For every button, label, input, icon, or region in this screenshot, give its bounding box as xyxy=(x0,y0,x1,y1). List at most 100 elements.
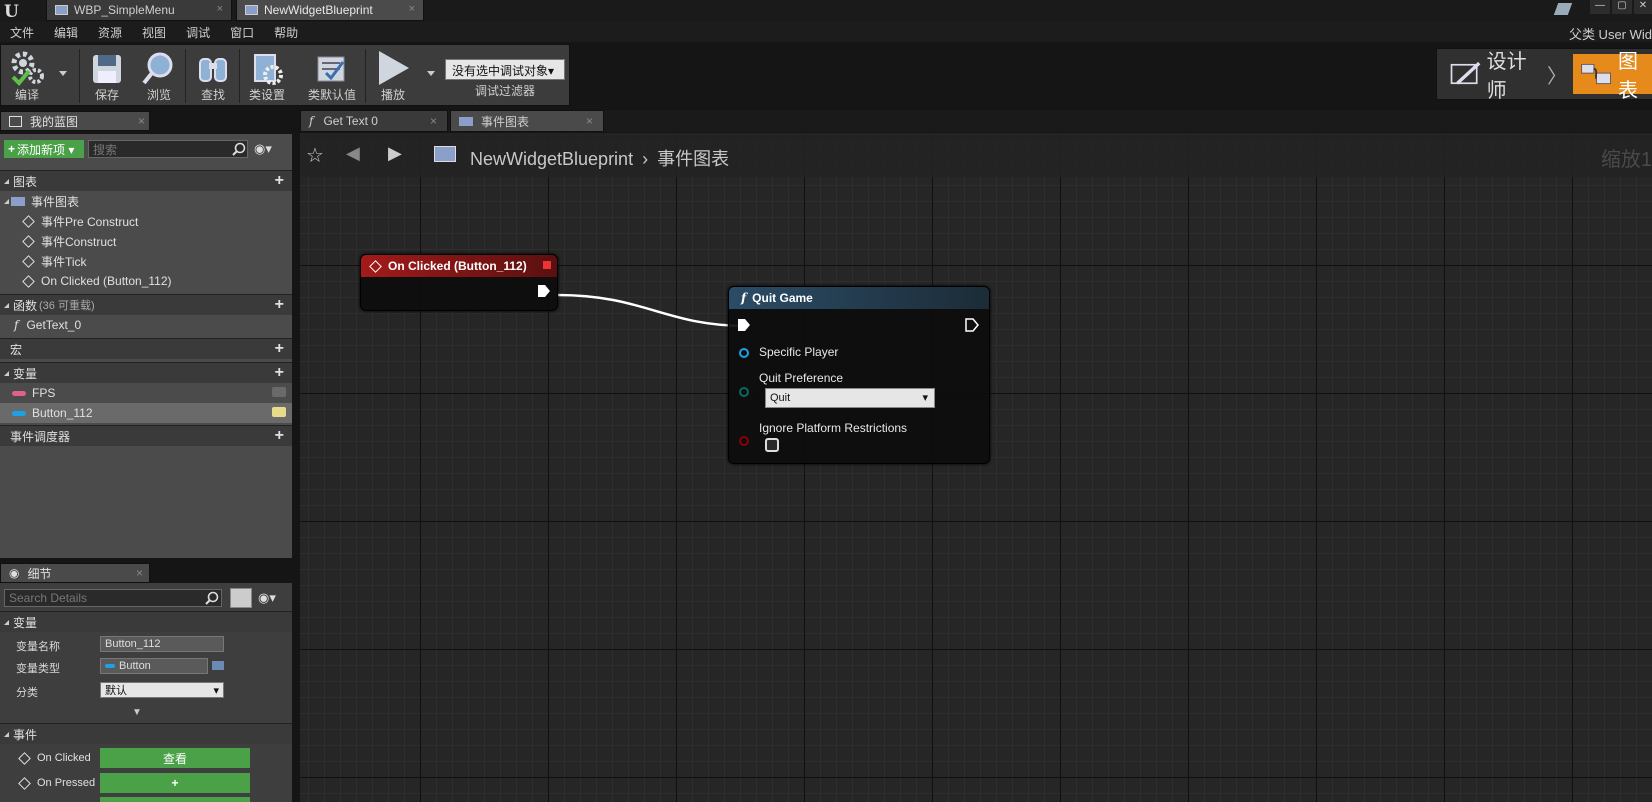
bookmark-star-icon[interactable]: ☆ xyxy=(306,143,324,168)
search-icon[interactable] xyxy=(205,591,219,605)
play-button[interactable]: 播放 xyxy=(369,47,417,105)
add-event-button[interactable]: + xyxy=(100,773,250,793)
event-item-construct[interactable]: 事件Construct xyxy=(0,231,292,251)
exec-in-pin-icon[interactable] xyxy=(737,318,751,332)
view-options-eye-icon[interactable]: ◉▾ xyxy=(254,141,272,157)
add-macro-plus-icon[interactable]: + xyxy=(275,341,284,357)
graph-tab-event-graph[interactable]: 事件图表 × xyxy=(450,110,604,132)
save-button[interactable]: 保存 xyxy=(83,47,131,105)
quit-preference-dropdown[interactable]: Quit ▾ xyxy=(765,388,935,408)
menu-asset[interactable]: 资源 xyxy=(88,24,132,41)
menu-debug[interactable]: 调试 xyxy=(176,24,220,41)
event-graph-item[interactable]: 事件图表 xyxy=(0,191,292,211)
hidden-eye-icon[interactable] xyxy=(272,387,286,397)
search-icon[interactable] xyxy=(232,142,246,156)
add-event-button[interactable] xyxy=(100,797,250,802)
source-control-icon[interactable] xyxy=(1553,3,1573,15)
close-icon[interactable]: × xyxy=(430,114,437,128)
var-type-label: 变量类型 xyxy=(16,663,60,675)
bool-pin-icon[interactable] xyxy=(739,436,749,446)
compile-options-chevron-down-icon[interactable] xyxy=(59,71,67,76)
graph-tab-get-text[interactable]: f Get Text 0 × xyxy=(300,110,448,132)
class-defaults-button[interactable]: 类默认值 xyxy=(301,47,363,105)
details-tab[interactable]: ◉ 细节 × xyxy=(0,563,150,583)
close-icon[interactable]: × xyxy=(138,114,145,128)
add-function-plus-icon[interactable]: + xyxy=(275,297,284,313)
visible-eye-icon[interactable] xyxy=(272,407,286,417)
close-icon[interactable]: × xyxy=(586,114,593,128)
function-item[interactable]: f GetText_0 xyxy=(0,315,292,335)
exec-out-pin-icon[interactable] xyxy=(537,284,551,298)
maximize-button[interactable]: ▢ xyxy=(1612,0,1632,14)
event-item-tick[interactable]: 事件Tick xyxy=(0,251,292,271)
close-icon[interactable]: × xyxy=(409,3,415,15)
blueprint-search-input[interactable]: 搜索 xyxy=(88,140,248,158)
graph-canvas[interactable] xyxy=(300,133,1652,802)
find-button[interactable]: 查找 xyxy=(189,47,237,105)
quit-game-function-node[interactable]: f Quit Game Specific Player Quit Prefere… xyxy=(728,286,990,464)
function-icon: f xyxy=(741,291,747,305)
details-search-input[interactable]: Search Details xyxy=(4,589,222,607)
compile-button[interactable]: 编译 xyxy=(3,47,51,105)
designer-icon xyxy=(1450,61,1481,85)
exec-out-pin-icon[interactable] xyxy=(965,318,979,332)
doc-tab-wbp-simplemenu[interactable]: WBP_SimpleMenu × xyxy=(46,0,232,21)
menu-window[interactable]: 窗口 xyxy=(220,24,264,41)
minimize-button[interactable]: — xyxy=(1590,0,1610,14)
delegate-pin-icon[interactable] xyxy=(543,261,551,269)
event-item-onclicked[interactable]: On Clicked (Button_112) xyxy=(0,271,292,291)
object-pin-icon[interactable] xyxy=(739,348,749,358)
play-options-chevron-down-icon[interactable] xyxy=(427,71,435,76)
ignore-platform-checkbox[interactable] xyxy=(765,438,779,452)
close-icon[interactable]: × xyxy=(136,566,143,580)
class-settings-button[interactable]: 类设置 xyxy=(243,47,291,105)
designer-mode-button[interactable]: 设计师 〉 xyxy=(1449,51,1567,102)
add-variable-plus-icon[interactable]: + xyxy=(275,365,284,381)
breadcrumb-blueprint[interactable]: NewWidgetBlueprint xyxy=(470,149,633,169)
graphs-category[interactable]: 图表 + xyxy=(0,170,292,191)
variable-item-button112[interactable]: Button_112 xyxy=(0,403,292,423)
close-window-button[interactable]: ✕ xyxy=(1634,0,1652,14)
menu-help[interactable]: 帮助 xyxy=(264,24,308,41)
event-item-preconstruct[interactable]: 事件Pre Construct xyxy=(0,211,292,231)
menu-file[interactable]: 文件 xyxy=(0,24,44,41)
functions-category[interactable]: 函数 (36 可重载) + xyxy=(0,294,292,315)
var-type-dropdown[interactable]: Button xyxy=(100,658,208,674)
forward-arrow-icon[interactable]: ▶ xyxy=(388,143,402,164)
macros-category[interactable]: 宏 + xyxy=(0,338,292,359)
on-clicked-event-node[interactable]: On Clicked (Button_112) xyxy=(360,254,558,311)
my-blueprint-tab[interactable]: 我的蓝图 × xyxy=(0,111,150,131)
container-type-icon[interactable] xyxy=(212,661,224,670)
view-options-eye-icon[interactable]: ◉▾ xyxy=(258,590,276,606)
details-events-section[interactable]: 事件 xyxy=(0,723,292,744)
var-name-label: 变量名称 xyxy=(16,641,60,653)
widget-blueprint-icon xyxy=(245,5,258,15)
debug-object-dropdown[interactable]: 没有选中调试对象▾ xyxy=(445,59,565,80)
event-diamond-icon xyxy=(18,751,31,765)
add-new-button[interactable]: + 添加新项 ▾ xyxy=(4,140,84,158)
variables-category[interactable]: 变量 + xyxy=(0,362,292,383)
details-variable-section[interactable]: 变量 xyxy=(0,611,292,632)
breadcrumb-graph[interactable]: 事件图表 xyxy=(657,149,729,169)
close-icon[interactable]: × xyxy=(217,3,223,15)
class-settings-label: 类设置 xyxy=(248,88,285,102)
add-dispatcher-plus-icon[interactable]: + xyxy=(275,428,284,444)
browse-button[interactable]: 浏览 xyxy=(135,47,183,105)
variable-item-fps[interactable]: FPS xyxy=(0,383,292,403)
exec-wire[interactable] xyxy=(555,285,755,345)
enum-pin-icon[interactable] xyxy=(739,387,749,397)
doc-tab-newwidgetblueprint[interactable]: NewWidgetBlueprint × xyxy=(236,0,424,21)
advanced-expand-chevron-icon[interactable]: ▼ xyxy=(132,707,142,718)
graph-mode-button[interactable]: 图表 xyxy=(1573,51,1652,102)
var-name-field[interactable]: Button_112 xyxy=(100,636,224,652)
view-event-button[interactable]: 查看 xyxy=(100,748,250,768)
unreal-logo-icon[interactable]: U xyxy=(4,2,22,22)
menu-view[interactable]: 视图 xyxy=(132,24,176,41)
category-dropdown[interactable]: 默认 ▾ xyxy=(100,682,224,698)
grid-view-icon[interactable] xyxy=(230,588,252,608)
back-arrow-icon[interactable]: ◀ xyxy=(346,143,360,164)
add-graph-plus-icon[interactable]: + xyxy=(275,173,284,189)
play-icon xyxy=(379,51,409,85)
event-dispatchers-category[interactable]: 事件调度器 + xyxy=(0,425,292,446)
menu-edit[interactable]: 编辑 xyxy=(44,24,88,41)
